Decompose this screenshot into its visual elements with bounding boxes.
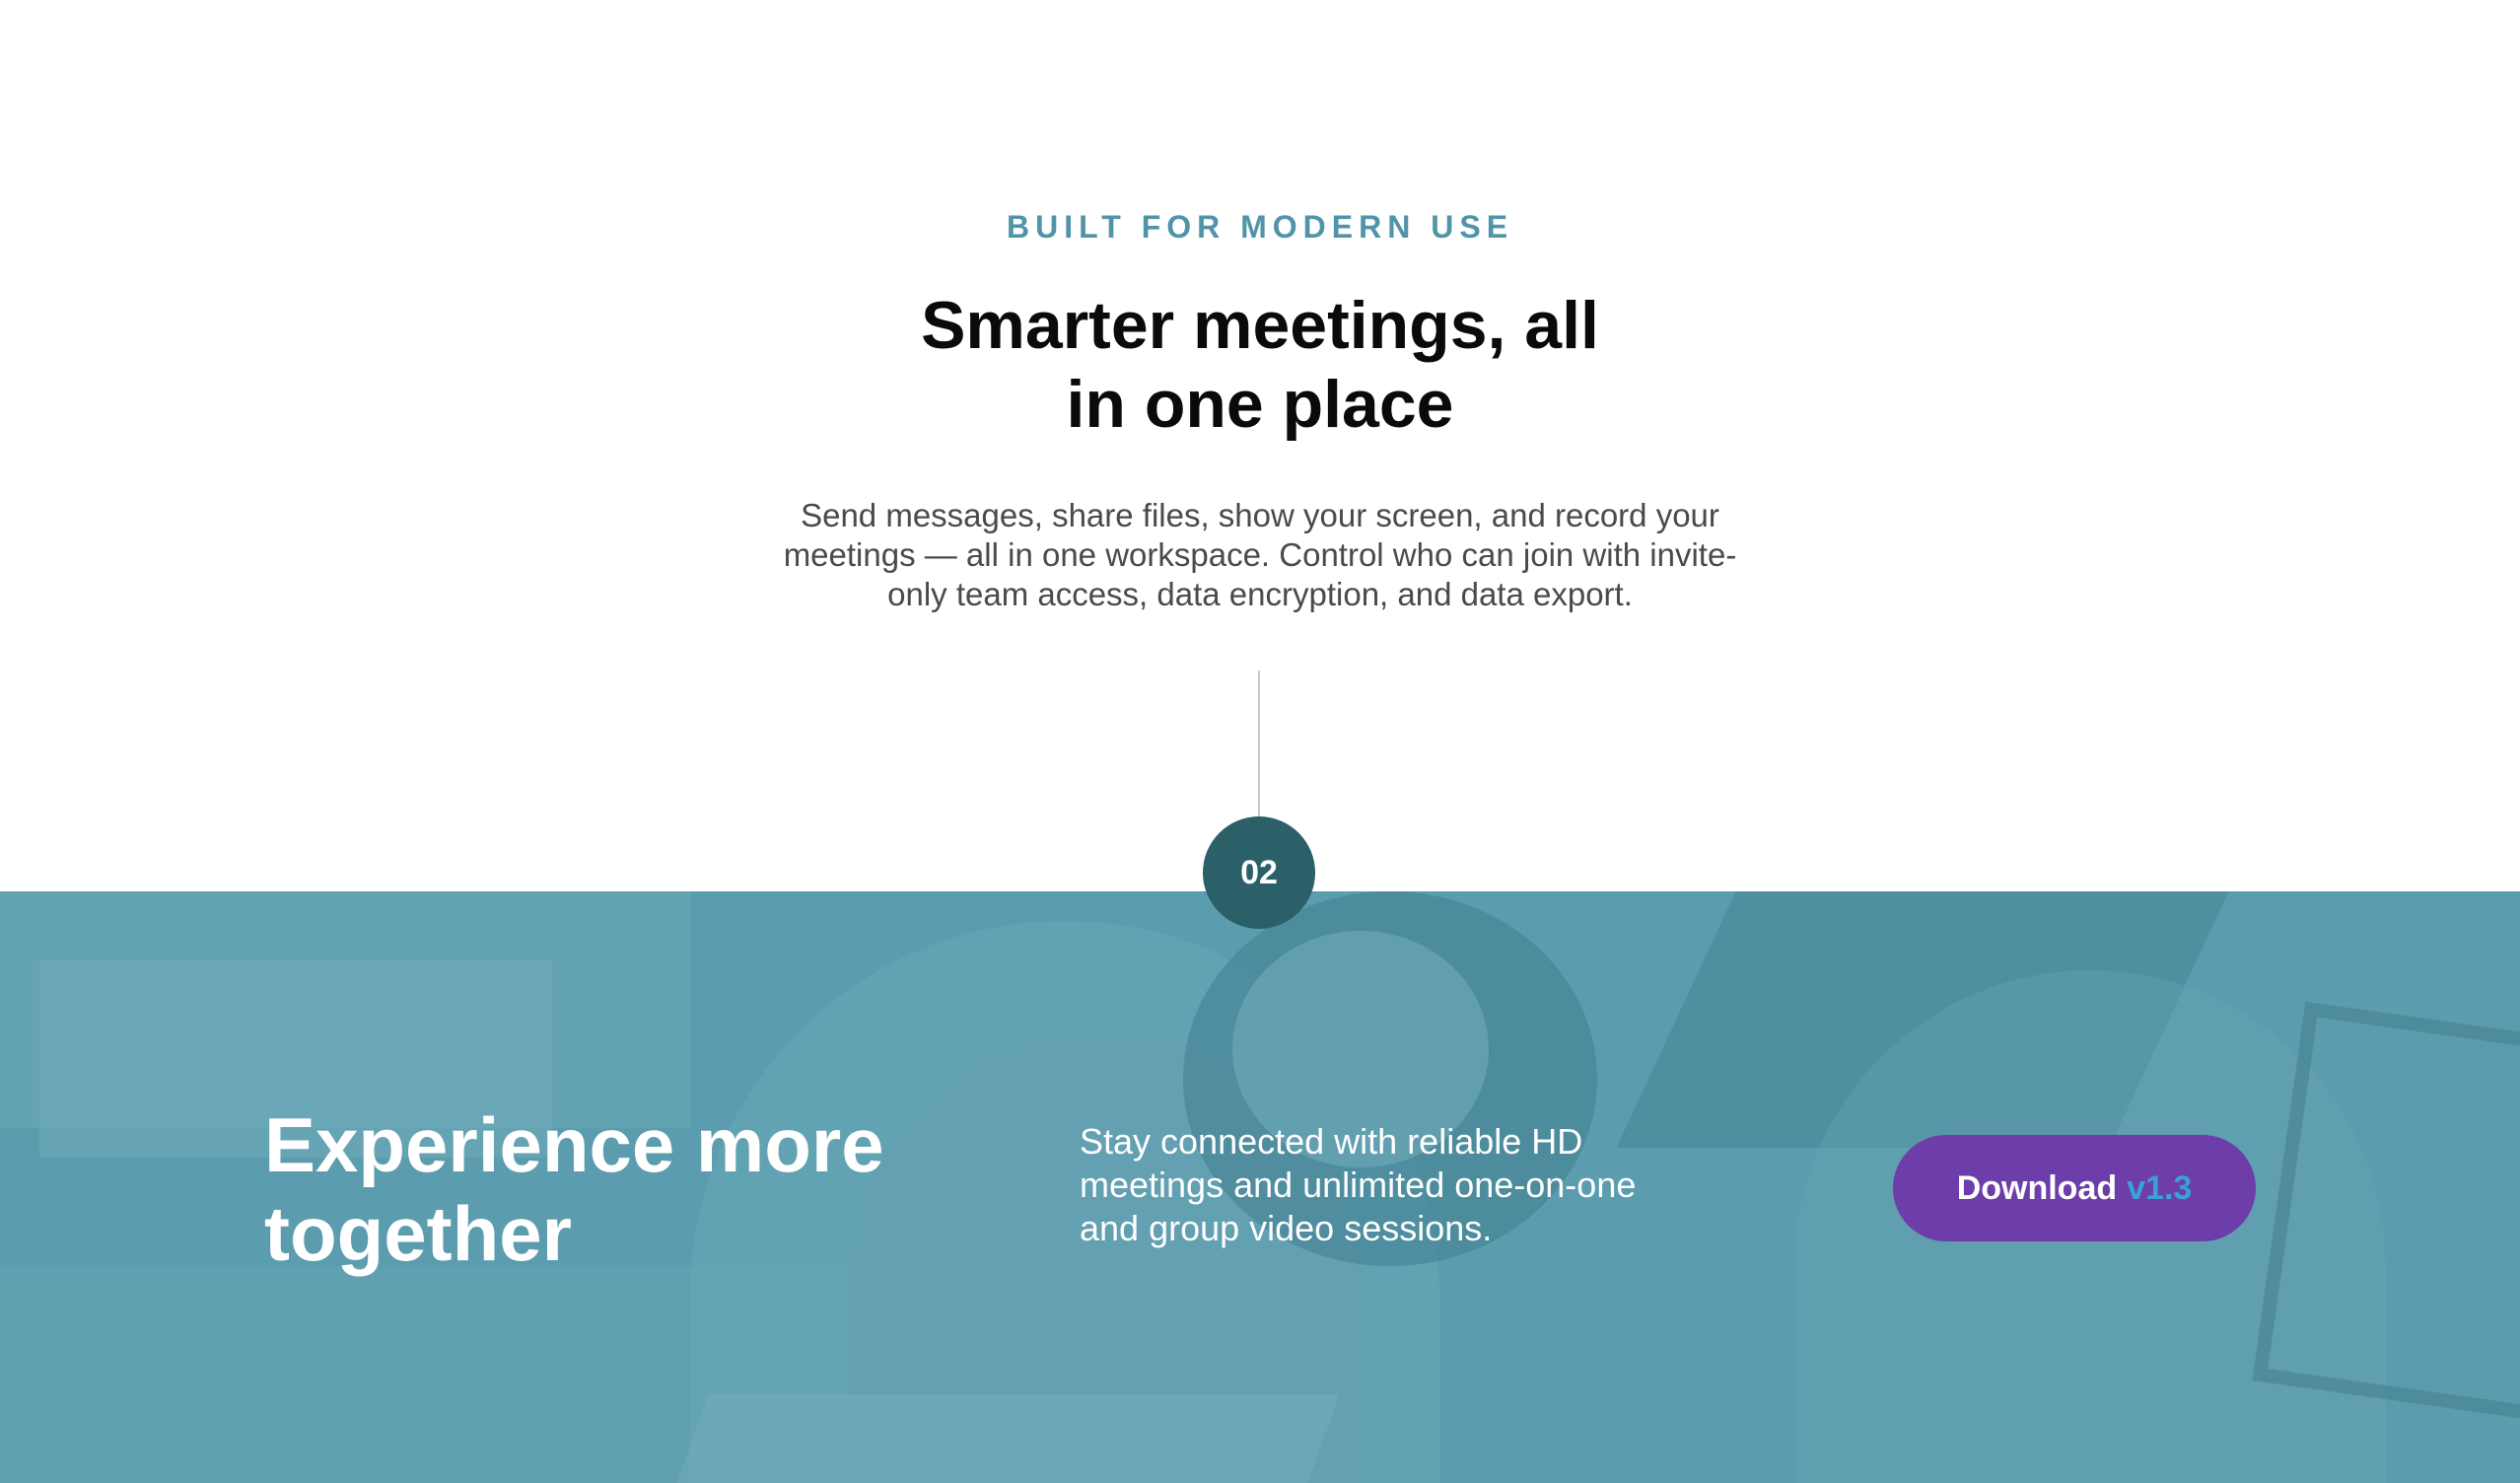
feature-title-line-2: together bbox=[264, 1190, 572, 1277]
section-headline: Smarter meetings, all in one place bbox=[866, 286, 1654, 444]
intro-section: BUILT FOR MODERN USE Smarter meetings, a… bbox=[0, 0, 2520, 891]
description-line-2: meetings — all in one workspace. Control… bbox=[783, 536, 1737, 573]
feature-title: Experience more together bbox=[264, 1100, 1014, 1278]
download-button[interactable]: Download v1.3 bbox=[1893, 1135, 2256, 1241]
download-version-label: v1.3 bbox=[2127, 1168, 2193, 1207]
page: BUILT FOR MODERN USE Smarter meetings, a… bbox=[0, 0, 2520, 1483]
headline-line-2: in one place bbox=[1066, 367, 1454, 442]
background-photo-laptop bbox=[651, 1394, 1341, 1483]
feature-title-line-1: Experience more bbox=[264, 1101, 884, 1188]
feature-text-line-2: meetings and unlimited one-on-one bbox=[1080, 1165, 1637, 1205]
headline-line-1: Smarter meetings, all bbox=[921, 288, 1599, 363]
feature-band: Experience more together Stay connected … bbox=[0, 891, 2520, 1483]
feature-text-line-3: and group video sessions. bbox=[1080, 1208, 1493, 1248]
description-line-3: only team access, data encryption, and d… bbox=[887, 576, 1633, 612]
section-description: Send messages, share files, show your sc… bbox=[757, 496, 1763, 614]
step-number-badge: 02 bbox=[1203, 816, 1315, 929]
description-line-1: Send messages, share files, show your sc… bbox=[801, 497, 1719, 533]
section-eyebrow: BUILT FOR MODERN USE bbox=[1006, 209, 1514, 245]
feature-text-line-1: Stay connected with reliable HD bbox=[1080, 1121, 1583, 1162]
download-button-label: Download bbox=[1956, 1168, 2118, 1207]
step-connector-line bbox=[1258, 671, 1260, 818]
feature-description: Stay connected with reliable HD meetings… bbox=[1080, 1120, 1711, 1250]
